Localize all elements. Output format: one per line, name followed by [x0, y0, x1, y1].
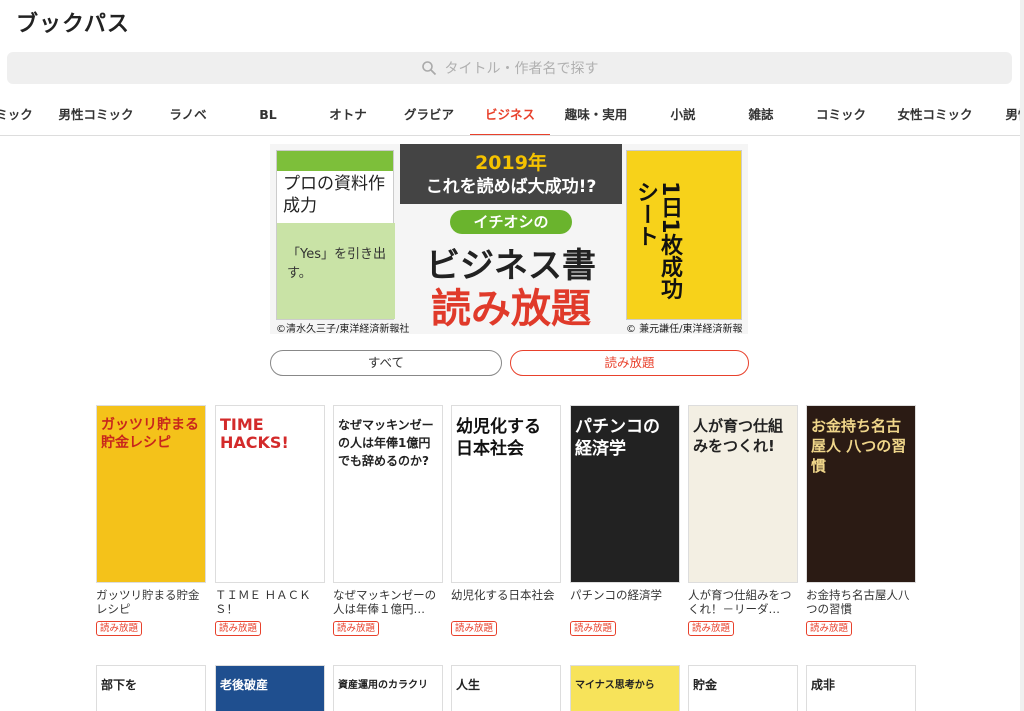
book-cover[interactable]: ガッツリ貯まる貯金レシピ — [96, 405, 206, 583]
banner-caption-left: ©清水久三子/東洋経済新報社 — [276, 324, 410, 334]
book-item[interactable]: ガッツリ貯まる貯金レシピ ガッツリ貯まる貯金レシピ 読み放題 — [96, 405, 206, 636]
tab-bl[interactable]: BL — [250, 96, 286, 135]
banner-pill: イチオシの — [450, 210, 572, 234]
book-cover[interactable]: 成非 — [806, 665, 916, 711]
promo-banner[interactable]: プロの資料作成力 「Yes」を引き出す。 2019年 これを読めば大成功!? イ… — [270, 144, 748, 334]
book-item[interactable]: 幼児化する日本社会 幼児化する日本社会 読み放題 — [451, 405, 561, 636]
book-grid-row-2: 部下を 老後破産 資産運用のカラクリ 人生 マイナス思考から 貯金 成非 — [96, 665, 926, 711]
banner-left-sub: 「Yes」を引き出す。 — [287, 247, 386, 281]
book-item[interactable]: パチンコの経済学 パチンコの経済学 読み放題 — [570, 405, 680, 636]
yomihoudai-badge: 読み放題 — [451, 621, 498, 636]
banner-left-title: プロの資料作成力 — [283, 174, 385, 216]
book-cover[interactable]: なぜマッキンゼーの人は年俸1億円でも辞めるのか? — [333, 405, 443, 583]
banner-headline: これを読めば大成功!? — [425, 177, 597, 197]
filter-all-button[interactable]: すべて — [270, 350, 502, 376]
yomihoudai-badge: 読み放題 — [215, 621, 262, 636]
book-title[interactable]: ガッツリ貯まる貯金レシピ — [96, 588, 206, 616]
category-tabs: ミック 男性コミック ラノベ BL オトナ グラビア ビジネス 趣味・実用 小説… — [0, 96, 1024, 136]
tab-business[interactable]: ビジネス — [470, 96, 550, 135]
header: ブックパス タイトル・作者名で探す — [0, 0, 1024, 96]
yomihoudai-badge: 読み放題 — [688, 621, 735, 636]
banner-year: 2019年 — [475, 152, 547, 174]
yomihoudai-badge: 読み放題 — [96, 621, 143, 636]
book-title[interactable]: 幼児化する日本社会 — [451, 588, 561, 616]
book-title[interactable]: なぜマッキンゼーの人は年俸１億円… — [333, 588, 443, 616]
tab-light-novel[interactable]: ラノベ — [160, 96, 216, 135]
banner-caption-right: © 兼元謙任/東洋経済新報社 — [626, 324, 743, 334]
banner-book-left: プロの資料作成力 「Yes」を引き出す。 — [276, 150, 395, 320]
yomihoudai-badge: 読み放題 — [806, 621, 853, 636]
book-title[interactable]: 人が育つ仕組みをつくれ！－リーダ… — [688, 588, 798, 616]
book-title[interactable]: ＴＩＭＥ ＨＡＣＫＳ！ — [215, 588, 325, 616]
search-icon — [421, 61, 436, 76]
tab-men-comic[interactable]: 男性コミック — [50, 96, 142, 135]
search-placeholder: タイトル・作者名で探す — [444, 61, 599, 77]
book-title[interactable]: パチンコの経済学 — [570, 588, 680, 616]
book-cover[interactable]: パチンコの経済学 — [570, 405, 680, 583]
banner-yomihoudai: 読み放題 — [431, 286, 591, 332]
banner-center: 2019年 これを読めば大成功!? イチオシの ビジネス書 読み放題 — [400, 144, 622, 334]
book-item[interactable]: なぜマッキンゼーの人は年俸1億円でも辞めるのか? なぜマッキンゼーの人は年俸１億… — [333, 405, 443, 636]
book-cover[interactable]: お金持ち名古屋人 八つの習慣 — [806, 405, 916, 583]
tab-hobby[interactable]: 趣味・実用 — [558, 96, 634, 135]
tab-magazine[interactable]: 雑誌 — [738, 96, 784, 135]
book-cover[interactable]: 貯金 — [688, 665, 798, 711]
filter-free-button[interactable]: 読み放題 — [510, 350, 749, 376]
book-cover[interactable]: 資産運用のカラクリ — [333, 665, 443, 711]
book-cover[interactable]: 幼児化する日本社会 — [451, 405, 561, 583]
book-item[interactable]: TIME HACKS! ＴＩＭＥ ＨＡＣＫＳ！ 読み放題 — [215, 405, 325, 636]
tab-gravure[interactable]: グラビア — [398, 96, 460, 135]
book-cover[interactable]: 部下を — [96, 665, 206, 711]
tab-comic-partial[interactable]: ミック — [0, 96, 34, 135]
yomihoudai-badge: 読み放題 — [570, 621, 617, 636]
yomihoudai-badge: 読み放題 — [333, 621, 380, 636]
book-cover[interactable]: マイナス思考から — [570, 665, 680, 711]
book-item[interactable]: 人が育つ仕組みをつくれ! 人が育つ仕組みをつくれ！－リーダ… 読み放題 — [688, 405, 798, 636]
book-cover[interactable]: 老後破産 — [215, 665, 325, 711]
book-cover[interactable]: TIME HACKS! — [215, 405, 325, 583]
tab-adult[interactable]: オトナ — [320, 96, 376, 135]
search-input[interactable]: タイトル・作者名で探す — [7, 52, 1012, 84]
book-cover[interactable]: 人生 — [451, 665, 561, 711]
tab-novel[interactable]: 小説 — [660, 96, 706, 135]
banner-right-title: 1日1枚成功シート — [633, 181, 682, 300]
tab-comic[interactable]: コミック — [808, 96, 874, 135]
book-item[interactable]: お金持ち名古屋人 八つの習慣 お金持ち名古屋人八つの習慣 読み放題 — [806, 405, 916, 636]
tab-women-comic[interactable]: 女性コミック — [892, 96, 978, 135]
banner-book-right: 1日1枚成功シート — [626, 150, 742, 320]
book-cover[interactable]: 人が育つ仕組みをつくれ! — [688, 405, 798, 583]
scrollbar[interactable] — [1020, 0, 1024, 711]
book-title[interactable]: お金持ち名古屋人八つの習慣 — [806, 588, 916, 616]
app-logo[interactable]: ブックパス — [16, 6, 130, 38]
